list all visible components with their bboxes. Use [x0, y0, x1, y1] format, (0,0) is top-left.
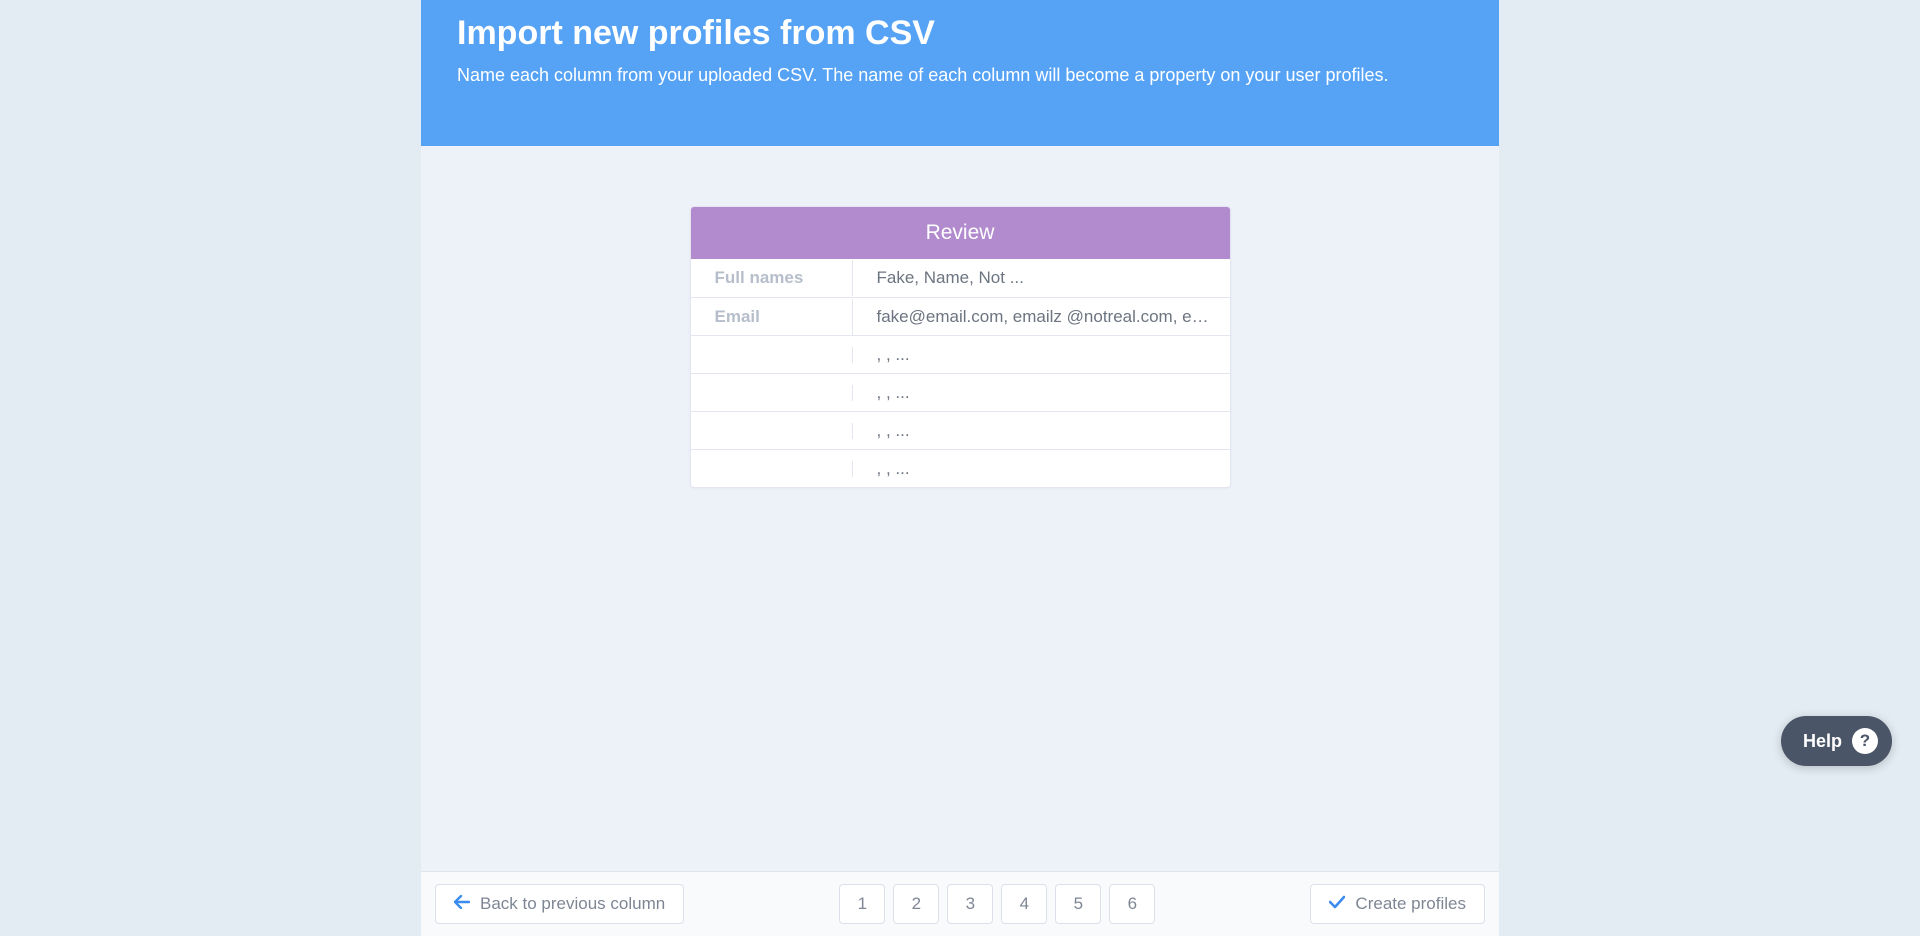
column-preview-value: , , ...	[853, 413, 1230, 449]
arrow-left-icon	[454, 894, 470, 914]
pagination: 123456	[839, 884, 1155, 924]
question-icon: ?	[1852, 728, 1878, 754]
review-row: Emailfake@email.com, emailz @notreal.com…	[691, 297, 1230, 335]
page-button-4[interactable]: 4	[1001, 884, 1047, 924]
column-name-input[interactable]	[691, 385, 853, 401]
page-button-3[interactable]: 3	[947, 884, 993, 924]
column-name-input[interactable]: Full names	[691, 260, 853, 296]
app-container: Import new profiles from CSV Name each c…	[421, 0, 1499, 936]
column-name-input[interactable]: Email	[691, 299, 853, 335]
review-row: Full namesFake, Name, Not ...	[691, 259, 1230, 297]
footer-bar: Back to previous column 123456 Create pr…	[421, 871, 1499, 936]
page-subtitle: Name each column from your uploaded CSV.…	[457, 65, 1463, 86]
page-button-5[interactable]: 5	[1055, 884, 1101, 924]
column-preview-value: fake@email.com, emailz @notreal.com, em…	[853, 299, 1230, 335]
review-row: , , ...	[691, 449, 1230, 487]
column-preview-value: , , ...	[853, 451, 1230, 487]
review-row: , , ...	[691, 411, 1230, 449]
review-heading: Review	[691, 207, 1230, 259]
column-preview-value: , , ...	[853, 337, 1230, 373]
create-profiles-label: Create profiles	[1355, 894, 1466, 914]
help-button[interactable]: Help ?	[1781, 716, 1892, 766]
column-name-input[interactable]	[691, 347, 853, 363]
content-area: Review Full namesFake, Name, Not ...Emai…	[421, 146, 1499, 871]
page-title: Import new profiles from CSV	[457, 14, 1463, 53]
back-button-label: Back to previous column	[480, 894, 665, 914]
page-button-6[interactable]: 6	[1109, 884, 1155, 924]
page-header: Import new profiles from CSV Name each c…	[421, 0, 1499, 146]
page-button-2[interactable]: 2	[893, 884, 939, 924]
review-row: , , ...	[691, 373, 1230, 411]
create-profiles-button[interactable]: Create profiles	[1310, 884, 1485, 924]
help-label: Help	[1803, 731, 1842, 752]
review-row: , , ...	[691, 335, 1230, 373]
review-rows: Full namesFake, Name, Not ...Emailfake@e…	[691, 259, 1230, 487]
column-preview-value: , , ...	[853, 375, 1230, 411]
column-name-input[interactable]	[691, 461, 853, 477]
page-button-1[interactable]: 1	[839, 884, 885, 924]
back-button[interactable]: Back to previous column	[435, 884, 684, 924]
review-card: Review Full namesFake, Name, Not ...Emai…	[690, 206, 1231, 488]
check-icon	[1329, 894, 1345, 914]
column-preview-value: Fake, Name, Not ...	[853, 260, 1230, 296]
column-name-input[interactable]	[691, 423, 853, 439]
